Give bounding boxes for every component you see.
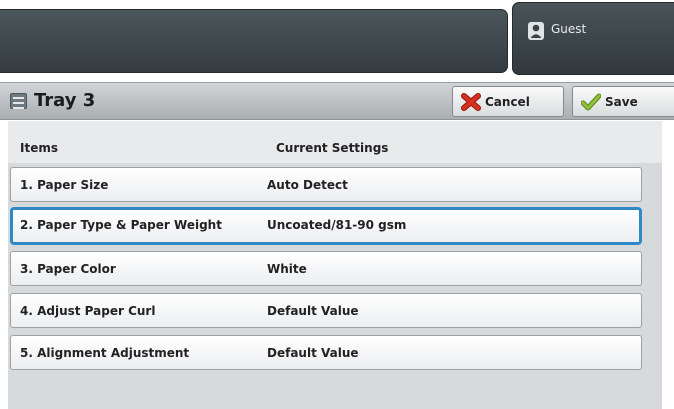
row-value: Default Value: [267, 304, 359, 318]
cancel-label: Cancel: [485, 95, 530, 109]
table-row-paper-size[interactable]: 1. Paper Size Auto Detect: [10, 167, 642, 202]
login-button[interactable]: Guest: [512, 2, 674, 75]
settings-panel: Items Current Settings 1. Paper Size Aut…: [8, 121, 662, 409]
tray-icon: [10, 93, 27, 109]
table-row-paper-type[interactable]: 2. Paper Type & Paper Weight Uncoated/81…: [10, 207, 642, 245]
column-header-items: Items: [20, 141, 58, 155]
checkmark-icon: [581, 93, 601, 111]
row-value: Uncoated/81-90 gsm: [267, 218, 407, 232]
row-value: White: [267, 262, 307, 276]
cancel-button[interactable]: Cancel: [452, 86, 564, 117]
table-row-alignment-adjustment[interactable]: 5. Alignment Adjustment Default Value: [10, 335, 642, 370]
page-title: Tray 3: [34, 90, 96, 111]
status-bar: Guest: [0, 0, 674, 78]
row-item: 2. Paper Type & Paper Weight: [20, 218, 222, 232]
row-value: Auto Detect: [267, 178, 348, 192]
row-item: 4. Adjust Paper Curl: [20, 304, 156, 318]
row-item: 3. Paper Color: [20, 262, 116, 276]
row-item: 5. Alignment Adjustment: [20, 346, 190, 360]
title-bar: Tray 3 Cancel Save: [0, 82, 674, 120]
table-row-adjust-paper-curl[interactable]: 4. Adjust Paper Curl Default Value: [10, 293, 642, 328]
cancel-icon: [461, 93, 481, 111]
column-header-current-settings: Current Settings: [276, 141, 389, 155]
message-area: [0, 9, 508, 73]
row-item: 1. Paper Size: [20, 178, 109, 192]
table-row-paper-color[interactable]: 3. Paper Color White: [10, 251, 642, 286]
user-label: Guest: [551, 22, 587, 36]
user-icon: [528, 22, 544, 40]
save-button[interactable]: Save: [572, 86, 674, 117]
row-value: Default Value: [267, 346, 359, 360]
save-label: Save: [605, 95, 638, 109]
table-header: Items Current Settings: [8, 121, 662, 163]
